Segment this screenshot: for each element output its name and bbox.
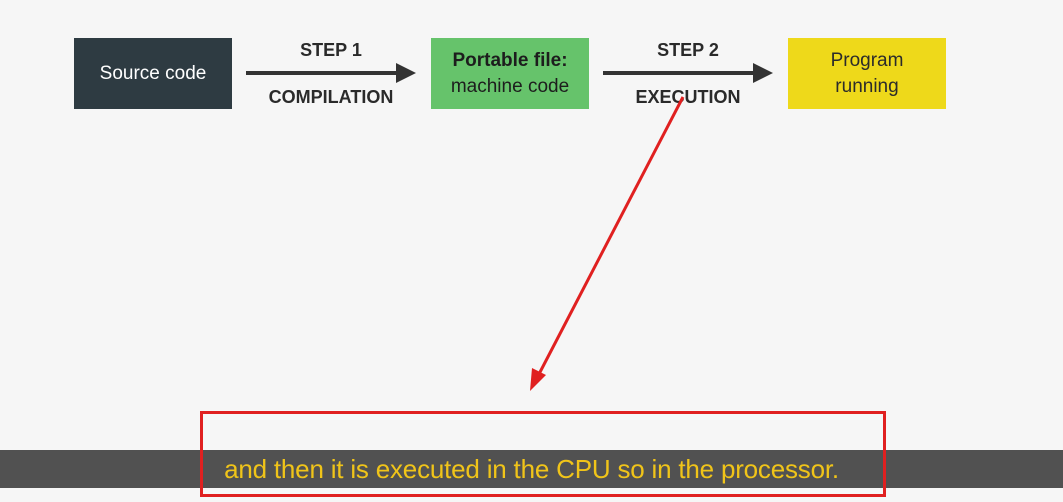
- annotation-highlight-rect: [200, 411, 886, 497]
- portable-file-title: Portable file:: [452, 49, 568, 71]
- step1-title: STEP 1: [300, 40, 362, 60]
- program-running-line2: running: [835, 75, 899, 97]
- step1-subtitle: COMPILATION: [268, 87, 394, 107]
- slide-canvas: Source code STEP 1 COMPILATION Portable …: [0, 0, 1063, 502]
- portable-file-subtitle: machine code: [450, 75, 570, 97]
- step2-title: STEP 2: [657, 40, 719, 60]
- step1-arrow: [246, 63, 416, 83]
- program-running-line1: Program: [830, 49, 904, 71]
- step2-arrow: [603, 63, 773, 83]
- portable-file-box: Portable file: machine code: [431, 38, 589, 109]
- source-code-box: Source code: [74, 38, 232, 109]
- source-code-label: Source code: [99, 62, 207, 84]
- step2-subtitle: EXECUTION: [635, 87, 741, 107]
- program-running-box: Program running: [788, 38, 946, 109]
